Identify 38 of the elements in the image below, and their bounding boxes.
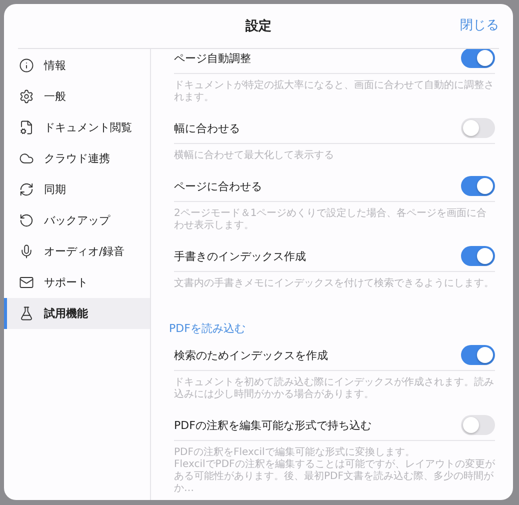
sidebar-item[interactable]: ドキュメント閲覧: [4, 112, 150, 143]
microphone-icon: [19, 244, 34, 259]
flask-icon: [19, 306, 34, 321]
mail-icon: [19, 275, 34, 290]
setting-label: PDFの注釈を編集可能な形式で持ち込む: [174, 418, 372, 432]
setting-description: 横幅に合わせて最大化して表示する: [174, 148, 335, 163]
setting-label: ページ自動調整: [174, 50, 251, 66]
setting-description: ドキュメントを初めて読み込む際にインデックスが作成されます。読み込みには少し時間がかかる場合があります。: [174, 376, 495, 402]
setting-description: ドキュメントが特定の拡大率になると、画面に合わせて自動的に調整されます。: [174, 78, 495, 105]
setting-label: 検索のためインデックスを作成: [174, 348, 328, 362]
toggle-switch[interactable]: [461, 49, 495, 68]
toggle-switch[interactable]: [461, 246, 495, 266]
setting-label: 幅に合わせる: [174, 120, 240, 136]
sidebar-item[interactable]: オーディオ/録音: [4, 236, 150, 267]
sidebar-item[interactable]: 試用機能: [4, 298, 150, 329]
sync-icon: [19, 182, 34, 197]
rotate-icon: [19, 213, 34, 228]
setting-description: PDFの注釈をFlexcilで編集可能な形式に変換します。 FlexcilでPDFの注釈を編集することは可能ですが、レイアウトの変更がある可能性があります。後、最初PDF文書を読み込む際、多少の時間がか…: [174, 446, 495, 496]
sidebar-item[interactable]: サポート: [4, 267, 150, 298]
dialog-title: 設定: [246, 18, 272, 35]
sidebar-item[interactable]: 同期: [4, 174, 150, 205]
setting-description: 2ページモード＆1ページめくりで設定した場合、各ページを画面に合わせ表示します。: [174, 206, 488, 233]
toggle-switch[interactable]: [461, 345, 495, 365]
setting-description: 文書内の手書きメモにインデックスを付けて検索できるようにします。: [174, 276, 495, 291]
setting-label: ページに合わせる: [174, 178, 262, 194]
gear-icon: [19, 89, 34, 104]
toggle-switch[interactable]: [461, 118, 495, 138]
info-icon: [19, 58, 34, 73]
sidebar-item[interactable]: 情報: [4, 50, 150, 81]
cloud-icon: [19, 151, 34, 166]
section-header: PDFを読み込む: [169, 321, 246, 336]
sidebar-item[interactable]: クラウド連携: [4, 143, 150, 174]
sidebar-item[interactable]: バックアップ: [4, 205, 150, 236]
toggle-switch[interactable]: [461, 415, 495, 435]
document-gear-icon: [19, 120, 34, 135]
toggle-switch[interactable]: [461, 176, 495, 196]
setting-label: 手書きのインデックス作成: [174, 248, 306, 264]
sidebar-item[interactable]: 一般: [4, 81, 150, 112]
